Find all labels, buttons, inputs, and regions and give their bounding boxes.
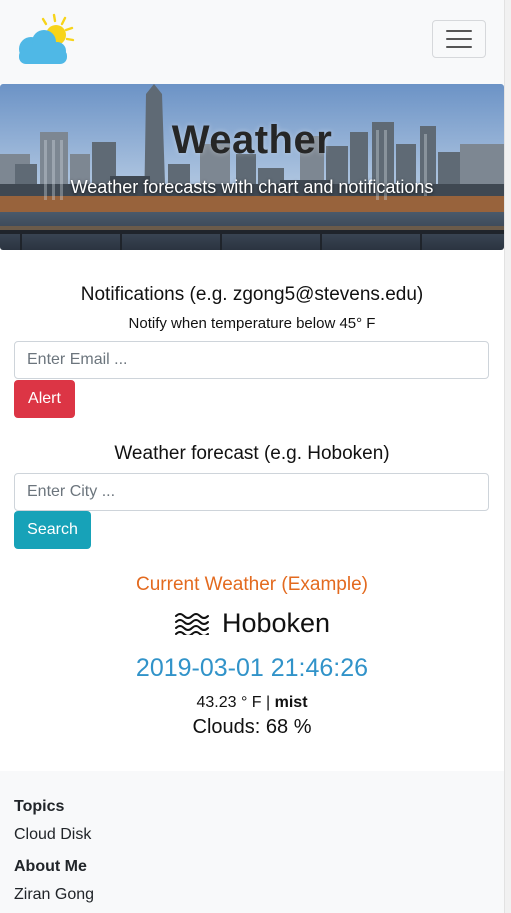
footer-link-ziran-gong[interactable]: Ziran Gong — [14, 886, 94, 904]
current-city-row: Hoboken — [0, 608, 504, 639]
city-input[interactable] — [14, 473, 489, 511]
footer-link-cloud-disk[interactable]: Cloud Disk — [14, 826, 91, 844]
email-input[interactable] — [14, 341, 489, 379]
scrollbar[interactable] — [504, 0, 511, 913]
notifications-heading: Notifications (e.g. zgong5@stevens.edu) — [80, 284, 424, 305]
current-weather-title: Current Weather (Example) — [136, 574, 368, 595]
footer: Topics Cloud Disk About Me Ziran Gong — [0, 771, 504, 913]
weather-condition: mist — [274, 694, 308, 711]
temperature-line: 43.23 ° F | mist — [0, 694, 504, 712]
current-timestamp: 2019-03-01 21:46:26 — [135, 654, 369, 682]
hero-subtitle: Weather forecasts with chart and notific… — [70, 177, 434, 197]
city-skyline-image — [0, 84, 504, 250]
alert-button[interactable]: Alert — [14, 380, 75, 418]
clouds-value: Clouds: 68 % — [192, 716, 312, 738]
hamburger-menu-icon — [446, 30, 472, 48]
sun-behind-cloud-icon[interactable] — [13, 13, 77, 67]
navbar — [0, 0, 504, 84]
navbar-toggler-button[interactable] — [432, 20, 486, 58]
footer-topics-heading: Topics — [14, 798, 65, 815]
notifications-subheading: Notify when temperature below 45° F — [128, 315, 376, 332]
current-city: Hoboken — [221, 608, 331, 638]
hero-title: Weather — [171, 118, 333, 162]
search-button[interactable]: Search — [14, 511, 91, 549]
mist-icon — [174, 612, 209, 637]
hero-banner: Weather Weather forecasts with chart and… — [0, 84, 504, 250]
forecast-heading: Weather forecast (e.g. Hoboken) — [114, 443, 390, 464]
temperature-value: 43.23 ° F | — [196, 694, 275, 711]
footer-about-heading: About Me — [14, 858, 87, 875]
